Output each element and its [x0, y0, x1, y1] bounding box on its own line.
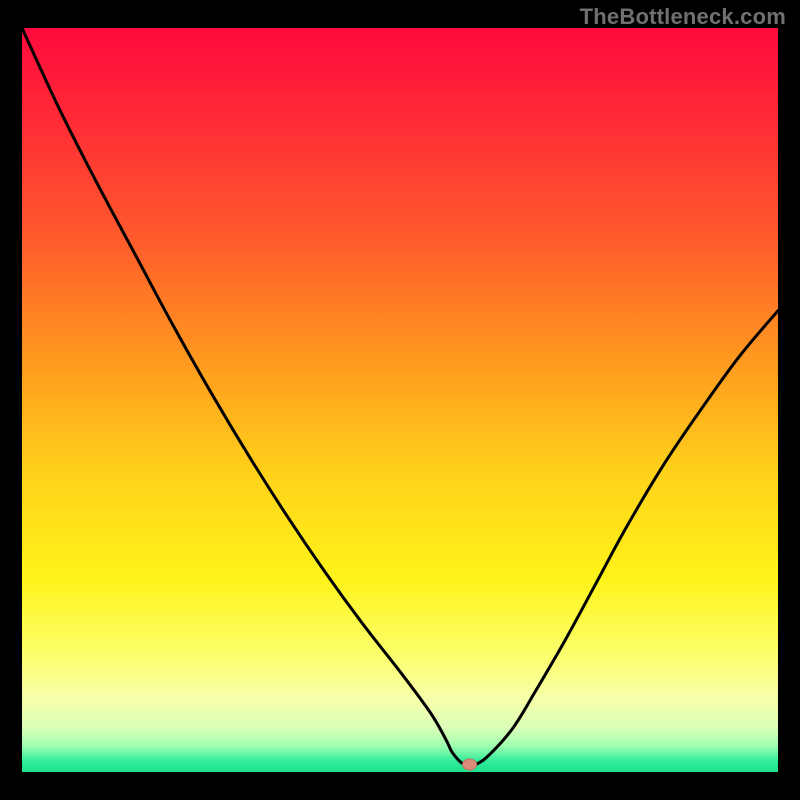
- bottleneck-chart: [22, 28, 778, 772]
- min-marker: [463, 759, 477, 770]
- plot-area: [22, 28, 778, 772]
- chart-frame: TheBottleneck.com: [0, 0, 800, 800]
- watermark-label: TheBottleneck.com: [580, 4, 786, 30]
- gradient-background: [22, 28, 778, 772]
